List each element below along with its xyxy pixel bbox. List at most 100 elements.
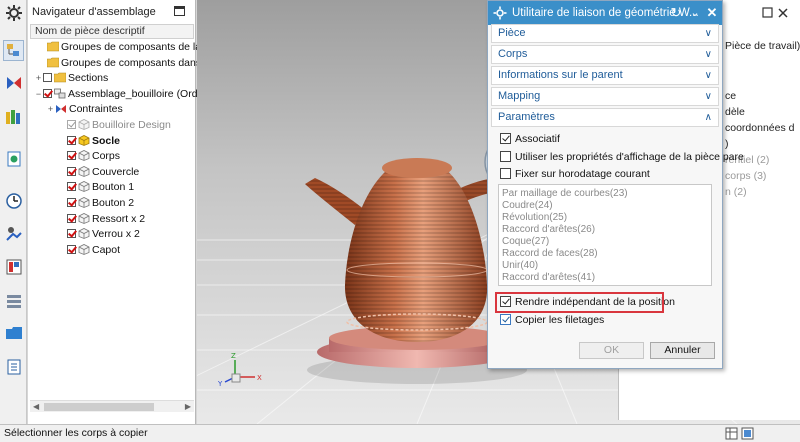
associatif-label: Associatif (515, 133, 560, 145)
section-corps[interactable]: Corps ∨ (491, 45, 719, 64)
tree-node[interactable]: Bouilloire Design (58, 118, 171, 133)
settings-gear-icon[interactable] (3, 2, 24, 23)
svg-text:Y: Y (217, 380, 223, 388)
history-item[interactable]: Unir(40) (502, 260, 538, 272)
tree-node[interactable]: + Sections (34, 71, 108, 86)
tree-node-label: Contraintes (69, 103, 123, 116)
maximize-icon[interactable] (174, 6, 185, 16)
tree-node-label: Bouton 2 (92, 197, 135, 209)
copy-threads-checkbox[interactable] (500, 314, 511, 325)
panel-window-buttons[interactable] (762, 7, 790, 19)
palette-icon[interactable] (3, 256, 24, 277)
tree-node[interactable]: Bouton 1 (58, 180, 134, 195)
history-item[interactable]: Par maillage de courbes(23) (502, 188, 628, 200)
ok-button[interactable]: OK (579, 342, 644, 359)
tree-node[interactable]: Capot (58, 243, 120, 258)
resource-bar (0, 0, 27, 424)
visibility-checkbox[interactable] (67, 229, 76, 239)
history-item[interactable]: Raccord d'arêtes(26) (502, 224, 595, 236)
expand-icon[interactable]: + (34, 71, 43, 86)
part-yellow-icon (78, 134, 90, 146)
assembly-navigator-icon[interactable] (3, 40, 24, 61)
display-props-label: Utiliser les propriétés d'affichage de l… (515, 151, 744, 163)
reuse-library-icon[interactable] (3, 148, 24, 169)
tree-node-label: Corps (92, 150, 121, 163)
window-icon[interactable] (741, 427, 754, 440)
history-clock-icon[interactable] (3, 190, 24, 211)
tree-node[interactable]: Corps (58, 149, 120, 164)
property-line: n (2) (725, 186, 747, 198)
dialog-gear-icon (493, 6, 507, 20)
visibility-checkbox[interactable] (67, 120, 76, 129)
section-corps-label: Corps (498, 48, 528, 60)
scroll-thumb[interactable] (44, 403, 154, 411)
tree-node-label: Bouton 1 (92, 181, 135, 194)
expand-icon[interactable]: + (46, 102, 55, 117)
column-header-part-name[interactable]: Nom de pièce descriptif (30, 24, 194, 39)
visibility-checkbox[interactable] (43, 88, 52, 98)
history-item[interactable]: Raccord de faces(28) (502, 248, 598, 260)
visibility-checkbox[interactable] (43, 73, 52, 83)
history-item[interactable]: Coudre(24) (502, 200, 553, 212)
constraints-icon (55, 103, 67, 114)
horizontal-scrollbar[interactable]: ◀ ▶ (30, 400, 194, 412)
property-line: Pièce de travail) (725, 40, 800, 52)
collapse-icon[interactable]: − (34, 87, 43, 102)
option-timestamp[interactable]: Fixer sur horodatage courant (500, 167, 650, 181)
part-icon (78, 165, 90, 177)
section-parametres[interactable]: Paramètres ∧ (491, 108, 719, 127)
part-navigator-icon[interactable] (3, 106, 24, 127)
tree-node[interactable]: Groupes de composants dans l (38, 56, 206, 71)
scroll-left-icon[interactable]: ◀ (33, 402, 39, 411)
visibility-checkbox[interactable] (67, 135, 76, 145)
property-line: corps (3) (725, 170, 767, 182)
collapse-icon[interactable]: ⌄ (687, 4, 703, 22)
option-copy-threads[interactable]: Copier les filetages (500, 313, 604, 327)
layers-icon[interactable] (3, 290, 24, 311)
visibility-checkbox[interactable] (67, 198, 76, 207)
tree-node[interactable]: Groupes de composants de la s (38, 40, 209, 55)
timestamp-history-list[interactable]: Par maillage de courbes(23) Coudre(24) Rév… (498, 184, 712, 286)
part-icon (78, 228, 90, 240)
status-prompt: Sélectionner les corps à copier (4, 427, 148, 439)
constraint-navigator-icon[interactable] (3, 72, 24, 93)
scroll-right-icon[interactable]: ▶ (185, 402, 191, 411)
tree-node[interactable]: Socle (58, 134, 120, 149)
visibility-checkbox[interactable] (67, 244, 76, 254)
coordinate-triad-icon: Z X Y (217, 352, 262, 388)
close-icon[interactable]: ✕ (704, 4, 720, 22)
visibility-checkbox[interactable] (67, 151, 76, 161)
tree-node[interactable]: Couvercle (58, 165, 139, 180)
process-studio-icon[interactable] (3, 222, 24, 243)
section-mapping-label: Mapping (498, 90, 541, 102)
option-associatif[interactable]: Associatif (500, 132, 560, 146)
display-props-checkbox[interactable] (500, 151, 511, 162)
tree-node-label: Socle (92, 134, 121, 147)
roles-icon[interactable] (3, 356, 24, 377)
option-display-props[interactable]: Utiliser les propriétés d'affichage de l… (500, 150, 744, 164)
section-piece[interactable]: Pièce ∨ (491, 24, 719, 43)
associatif-checkbox[interactable] (500, 133, 511, 144)
history-item[interactable]: Raccord d'arêtes(41) (502, 272, 595, 284)
history-item[interactable]: Révolution(25) (502, 212, 567, 224)
tree-node[interactable]: − Assemblage_bouilloire (Ord (34, 87, 198, 102)
tree-node[interactable]: Bouton 2 (58, 196, 134, 211)
section-piece-label: Pièce (498, 27, 526, 39)
timestamp-checkbox[interactable] (500, 168, 511, 179)
chevron-down-icon: ∨ (704, 70, 712, 81)
grid-icon[interactable] (725, 427, 738, 440)
dialog-title-bar[interactable]: Utilitaire de liaison de géométrie W... … (488, 1, 722, 25)
visibility-checkbox[interactable] (67, 166, 76, 176)
folder-icon[interactable] (3, 322, 24, 343)
history-item[interactable]: Coque(27) (502, 236, 549, 248)
section-mapping[interactable]: Mapping ∨ (491, 87, 719, 106)
reset-icon[interactable]: ↻ (668, 4, 684, 22)
cancel-button[interactable]: Annuler (650, 342, 715, 359)
tree-node[interactable]: Ressort x 2 (58, 212, 145, 227)
section-parent-info[interactable]: Informations sur le parent ∨ (491, 66, 719, 85)
visibility-checkbox[interactable] (67, 182, 76, 192)
visibility-checkbox[interactable] (67, 213, 76, 223)
tree-node[interactable]: + Contraintes (46, 102, 123, 117)
folder-icon (46, 41, 60, 52)
tree-node[interactable]: Verrou x 2 (58, 227, 140, 242)
